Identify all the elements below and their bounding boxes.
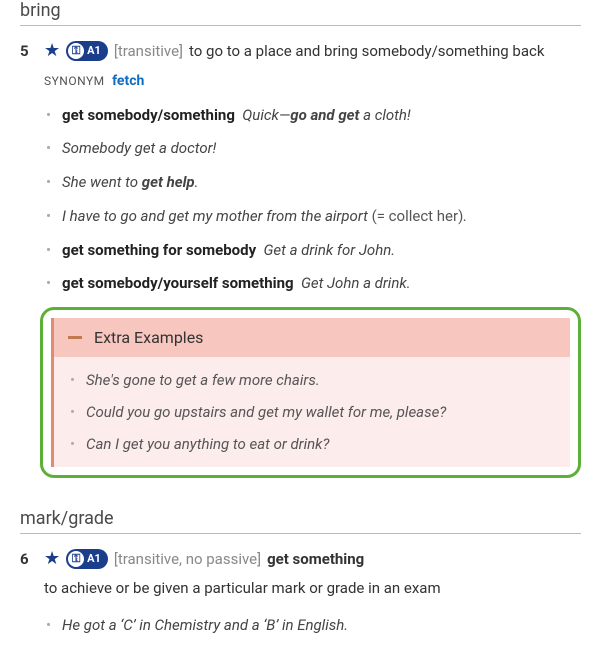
extra-example-list: She's gone to get a few more chairs. Cou… <box>54 357 570 467</box>
example-item: get something for somebody Get a drink f… <box>44 240 581 262</box>
example-item: I have to go and get my mother from the … <box>44 206 581 228</box>
sense-5: 5 ★ ⚿ A1 [transitive] to go to a place a… <box>20 40 581 478</box>
grammar-label: [transitive] <box>114 40 183 63</box>
star-icon: ★ <box>44 550 60 568</box>
synonym-link[interactable]: fetch <box>112 73 144 89</box>
example-item: get somebody/something Quick—go and get … <box>44 105 581 127</box>
example-item: She went to get help. <box>44 172 581 194</box>
example-list: get somebody/something Quick—go and get … <box>44 105 581 296</box>
highlight-frame: Extra Examples She's gone to get a few m… <box>40 307 581 478</box>
extra-examples-title: Extra Examples <box>94 328 203 347</box>
example-text: Quick—go and get a cloth! <box>242 106 410 124</box>
extra-examples-box: Extra Examples She's gone to get a few m… <box>51 318 570 467</box>
sense-6: 6 ★ ⚿ A1 [transitive, no passive] get so… <box>20 548 581 649</box>
oxford-key-badge[interactable]: ⚿ A1 <box>66 549 108 569</box>
extra-example-item: Could you go upstairs and get my wallet … <box>68 403 556 421</box>
sense-body: ★ ⚿ A1 [transitive] to go to a place and… <box>44 40 581 478</box>
gloss: (= collect her) <box>372 207 464 225</box>
usage-pattern: get something <box>267 548 364 571</box>
extra-examples-toggle[interactable]: Extra Examples <box>54 318 570 357</box>
extra-example-item: She's gone to get a few more chairs. <box>68 371 556 389</box>
sense-body: ★ ⚿ A1 [transitive, no passive] get some… <box>44 548 581 649</box>
usage-pattern: get somebody/yourself something <box>62 274 294 292</box>
grammar-label: [transitive, no passive] <box>114 548 261 571</box>
cefr-level: A1 <box>84 43 106 60</box>
key-icon: ⚿ <box>68 43 84 59</box>
usage-pattern: get somebody/something <box>62 106 235 124</box>
example-item: get somebody/yourself something Get John… <box>44 273 581 295</box>
example-item: He got a ‘C’ in Chemistry and a ‘B’ in E… <box>44 615 581 637</box>
definition-text: to go to a place and bring somebody/some… <box>189 40 544 63</box>
star-icon: ★ <box>44 42 60 60</box>
definition-line: ★ ⚿ A1 [transitive, no passive] get some… <box>44 548 581 599</box>
sense-number: 6 <box>20 548 34 568</box>
definition-text: to achieve or be given a particular mark… <box>44 577 441 600</box>
key-icon: ⚿ <box>68 551 84 567</box>
example-list: He got a ‘C’ in Chemistry and a ‘B’ in E… <box>44 615 581 637</box>
minus-icon <box>68 336 82 339</box>
synonym-row: SYNONYM fetch <box>44 73 581 89</box>
sense-number: 5 <box>20 40 34 60</box>
example-text: Get John a drink. <box>301 274 411 292</box>
example-item: Somebody get a doctor! <box>44 138 581 160</box>
section-heading-bring: bring <box>20 0 581 26</box>
extra-example-item: Can I get you anything to eat or drink? <box>68 435 556 453</box>
cefr-level: A1 <box>84 551 106 568</box>
usage-pattern: get something for somebody <box>62 241 256 259</box>
definition-line: ★ ⚿ A1 [transitive] to go to a place and… <box>44 40 581 63</box>
section-heading-mark-grade: mark/grade <box>20 508 581 534</box>
oxford-key-badge[interactable]: ⚿ A1 <box>66 41 108 61</box>
example-text: Get a drink for John. <box>264 241 396 259</box>
synonym-label: SYNONYM <box>44 74 105 88</box>
